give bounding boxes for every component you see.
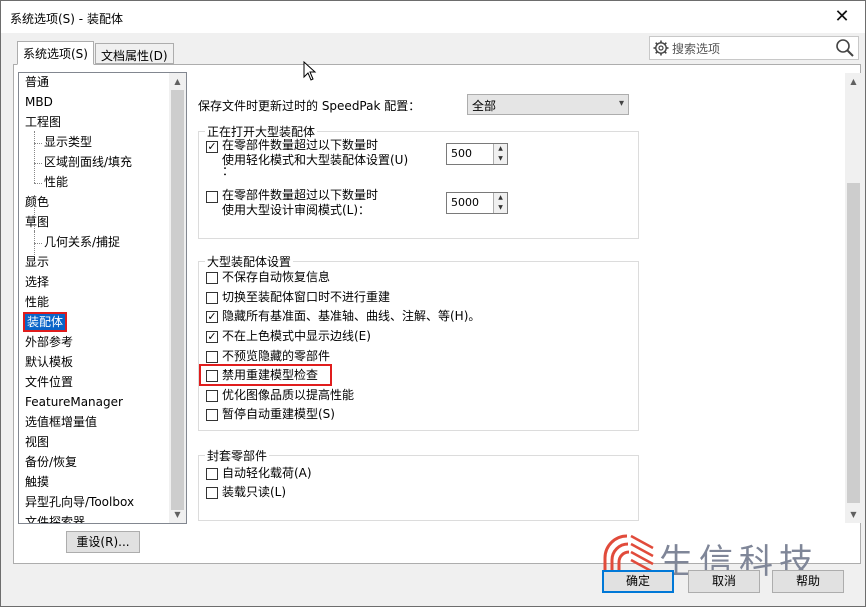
tree-item[interactable]: 选值框增量值 [25,413,97,432]
tree-item[interactable]: 颜色 [25,193,49,212]
title-bar: 系统选项(S) - 装配体 ✕ [1,1,865,33]
speedpak-label: 保存文件时更新过时的 SpeedPak 配置： [198,99,421,113]
tree-item[interactable]: MBD [25,93,53,112]
checkbox-option[interactable] [206,390,218,402]
tab-document-properties[interactable]: 文档属性(D) [95,43,174,64]
close-icon: ✕ [834,5,850,27]
checkbox-option[interactable] [206,487,218,499]
group-title: 封套零部件 [205,447,270,464]
checkbox-label: 不保存自动恢复信息 [222,270,331,284]
group-title: 大型装配体设置 [205,253,294,270]
tree-item[interactable]: 草图 [25,213,49,232]
tree-item-assembly-selected[interactable]: 装配体 [22,312,68,332]
tree-connector [34,231,35,243]
checkbox-label: 使用轻化模式和大型装配体设置(U) [222,153,409,167]
scroll-down-icon[interactable]: ▼ [845,506,862,523]
tree-item[interactable]: 文件探索器 [25,513,85,523]
tree-connector [34,143,42,144]
speedpak-select[interactable]: 全部 ▾ [467,94,629,115]
lightweight-threshold-stepper[interactable]: 500 ▲ ▼ [446,143,508,165]
search-box[interactable]: 搜索选项 [649,36,859,60]
checkbox-option[interactable]: ✓ [206,331,218,343]
tree-item[interactable]: 选择 [25,273,49,292]
tab-system-options[interactable]: 系统选项(S) [17,41,94,65]
gear-icon[interactable] [653,40,669,56]
search-icon[interactable] [835,38,855,58]
tree-connector [34,163,42,164]
chevron-down-icon: ▾ [618,98,624,109]
tree-item[interactable]: 异型孔向导/Toolbox [25,493,134,512]
spin-down-icon[interactable]: ▼ [494,154,507,164]
tree-connector [34,183,42,184]
search-input[interactable]: 搜索选项 [672,40,720,57]
checkbox-label: 自动轻化载荷(A) [222,466,312,480]
checkbox-label: 优化图像品质以提高性能 [222,388,355,402]
checkbox-label: 在零部件数量超过以下数量时 [222,138,379,152]
tree-item[interactable]: 外部参考 [25,333,73,352]
tree-scrollbar[interactable]: ▲ ▼ [169,73,186,523]
tree-item[interactable]: 几何关系/捕捉 [44,233,120,252]
tree-item[interactable]: 区域剖面线/填充 [44,153,132,172]
tree-item[interactable]: 触摸 [25,473,49,492]
checkbox-label: 暂停自动重建模型(S) [222,407,335,421]
scroll-up-icon[interactable]: ▲ [845,73,862,90]
tree-item[interactable]: 普通 [25,73,49,92]
options-tree[interactable]: 普通 MBD 工程图 显示类型 区域剖面线/填充 性能 颜色 草图 几何关系/捕… [18,72,187,524]
ok-button[interactable]: 确定 [602,570,674,593]
checkbox-option[interactable] [206,351,218,363]
tree-item[interactable]: 备份/恢复 [25,453,77,472]
checkbox-label: 不在上色模式中显示边线(E) [222,329,371,343]
checkbox-option[interactable] [206,292,218,304]
checkbox-label: 切换至装配体窗口时不进行重建 [222,290,391,304]
tree-connector [34,131,35,183]
spin-down-icon[interactable]: ▼ [494,203,507,213]
tree-item[interactable]: 默认模板 [25,353,73,372]
cancel-button[interactable]: 取消 [688,570,760,593]
window-title: 系统选项(S) - 装配体 [10,12,123,26]
close-button[interactable]: ✕ [819,1,865,31]
checkbox-label: 不预览隐藏的零部件 [222,349,331,363]
tree-item[interactable]: 显示 [25,253,49,272]
tree-item[interactable]: FeatureManager [25,393,123,412]
highlight-frame [199,364,332,386]
checkbox-option[interactable] [206,409,218,421]
tree-connector [34,243,42,244]
options-dialog: 系统选项(S) - 装配体 ✕ 系统选项(S) 文档属性(D) 搜索选项 普通 … [0,0,866,607]
design-review-threshold-stepper[interactable]: 5000 ▲ ▼ [446,192,508,214]
mouse-cursor-icon [303,61,317,81]
panel-scrollbar[interactable]: ▲ ▼ [845,73,862,523]
tree-item[interactable]: 工程图 [25,113,61,132]
tree-item[interactable]: 显示类型 [44,133,92,152]
checkbox-lightweight[interactable]: ✓ [206,141,218,153]
checkbox-option[interactable]: ✓ [206,311,218,323]
checkbox-label: 装载只读(L) [222,485,287,499]
checkbox-option[interactable] [206,272,218,284]
scroll-thumb[interactable] [847,183,860,503]
reset-button[interactable]: 重设(R)... [66,531,140,553]
spin-up-icon[interactable]: ▲ [494,193,507,203]
help-button[interactable]: 帮助 [772,570,844,593]
checkbox-option[interactable] [206,468,218,480]
spin-up-icon[interactable]: ▲ [494,144,507,154]
checkbox-label: ： [222,164,235,178]
group-large-settings: 大型装配体设置 [198,253,639,431]
checkbox-label: 隐藏所有基准面、基准轴、曲线、注解、等(H)。 [222,309,481,323]
checkbox-label: 使用大型设计审阅模式(L)： [222,203,371,217]
tree-item[interactable]: 文件位置 [25,373,73,392]
scroll-up-icon[interactable]: ▲ [169,73,186,90]
tree-item[interactable]: 性能 [25,293,49,312]
checkbox-large-design-review[interactable] [206,191,218,203]
checkbox-label: 在零部件数量超过以下数量时 [222,188,379,202]
scroll-down-icon[interactable]: ▼ [169,506,186,523]
tree-item[interactable]: 性能 [44,173,68,192]
tree-item[interactable]: 视图 [25,433,49,452]
scroll-thumb[interactable] [171,90,184,510]
